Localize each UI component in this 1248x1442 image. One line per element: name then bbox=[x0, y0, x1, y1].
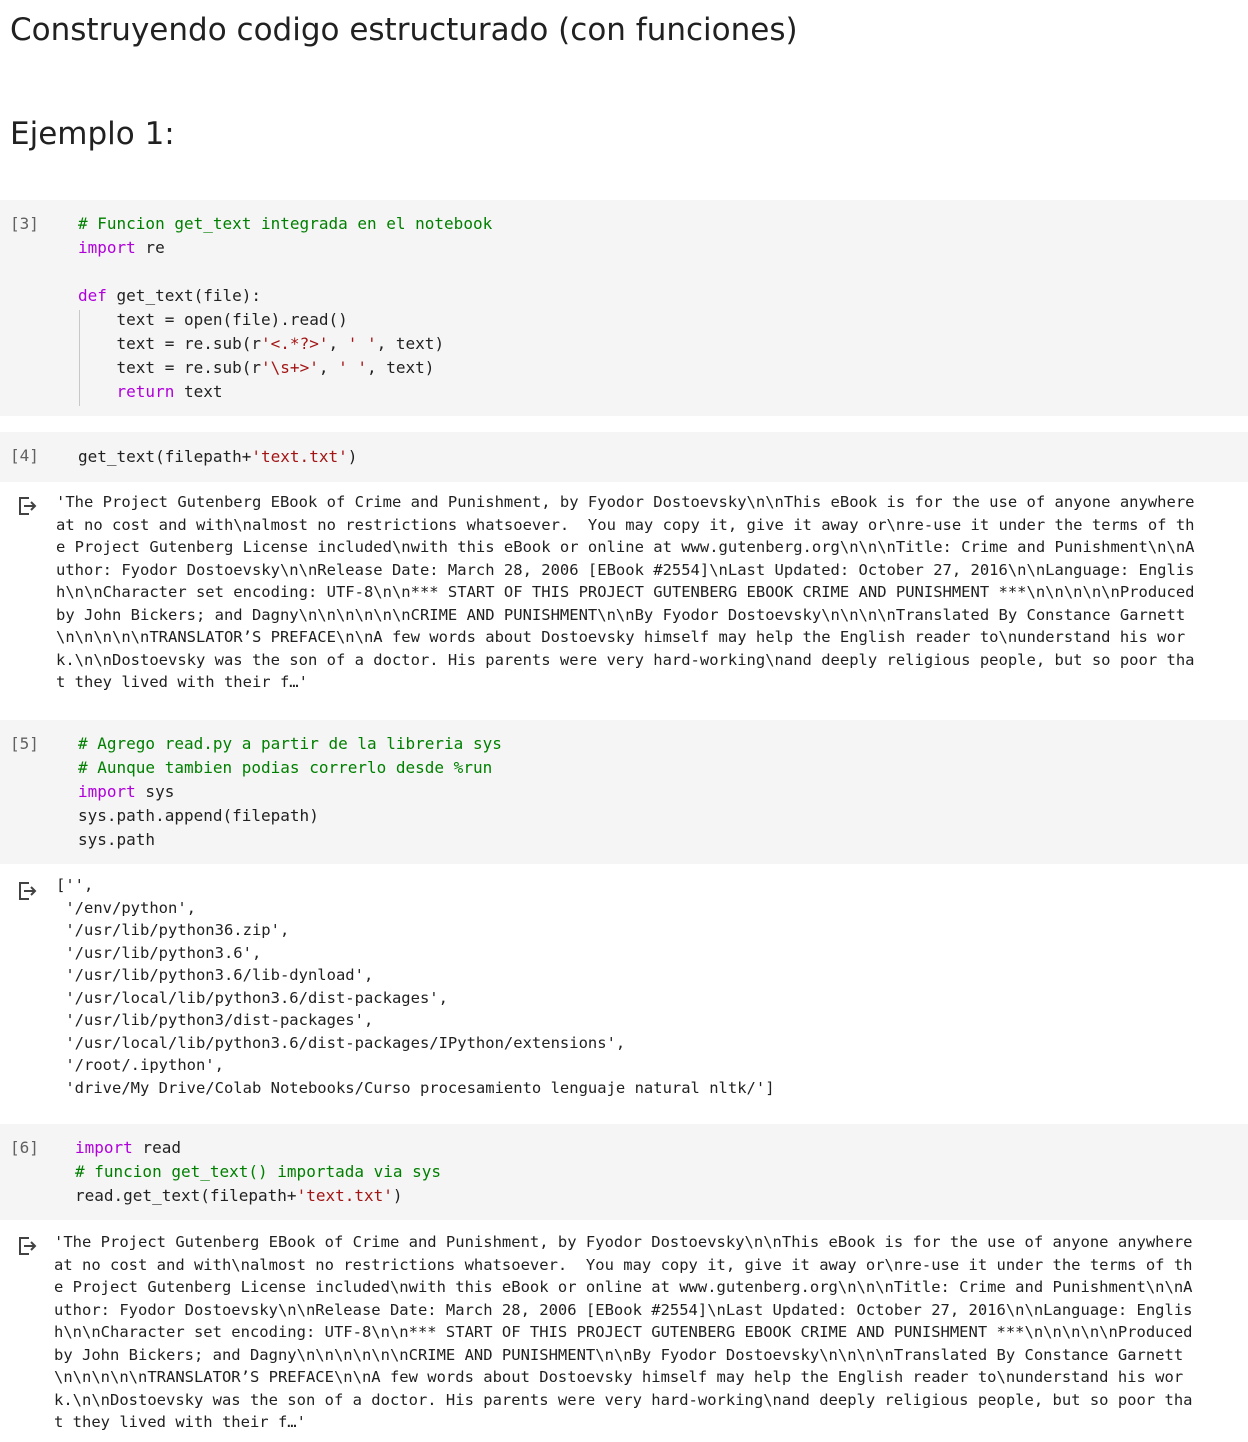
output-line: '/root/.ipython', bbox=[56, 1056, 224, 1074]
output-line: k.\n\nDostoevsky was the son of a doctor… bbox=[56, 650, 1195, 669]
code-token: import bbox=[78, 782, 136, 801]
output-line: '/usr/local/lib/python3.6/dist-packages/… bbox=[56, 1033, 626, 1052]
output-arrow-icon[interactable] bbox=[15, 1234, 39, 1258]
code-line: # Agrego read.py a partir de la libreria… bbox=[78, 732, 502, 756]
output-line: t they lived with their f…' bbox=[54, 1413, 306, 1431]
code-token: ' ' bbox=[347, 334, 377, 353]
code-token: # Aunque tambien podias correrlo desde %… bbox=[78, 758, 493, 777]
output-line: at no cost and with\nalmost no restricti… bbox=[54, 1255, 1193, 1274]
output-arrow-icon[interactable] bbox=[15, 494, 39, 518]
code-token: text = open(file).read() bbox=[78, 310, 348, 329]
code-line: sys.path.append(filepath) bbox=[78, 804, 502, 828]
code-line: # Funcion get_text integrada en el noteb… bbox=[78, 212, 492, 236]
code-line: import read bbox=[75, 1136, 441, 1160]
code-token: text = re.sub(r bbox=[78, 358, 262, 377]
cell-output: 'The Project Gutenberg EBook of Crime an… bbox=[56, 491, 1194, 694]
output-line: \n\n\n\n\nTRANSLATOR’S PREFACE\n\nA few … bbox=[54, 1368, 1184, 1386]
code-token: return bbox=[116, 382, 175, 401]
execution-count: [3] bbox=[10, 214, 39, 233]
code-token: ' ' bbox=[338, 358, 367, 377]
code-token: text = re.sub(r bbox=[78, 334, 262, 353]
code-token: # funcion get_text() importada via sys bbox=[75, 1162, 442, 1181]
output-line: '/usr/lib/python3.6', bbox=[56, 943, 262, 962]
output-line: at no cost and with\nalmost no restricti… bbox=[56, 515, 1195, 534]
code-line: text = re.sub(r'<.*?>', ' ', text) bbox=[78, 332, 492, 356]
code-token: , bbox=[318, 358, 339, 377]
output-line: h\n\nCharacter set encoding: UTF-8\n\n**… bbox=[56, 583, 1195, 601]
output-line: by John Bickers; and Dagny\n\n\n\n\n\nCR… bbox=[54, 1345, 1184, 1364]
output-arrow-icon[interactable] bbox=[15, 879, 39, 903]
code-token: # Funcion get_text integrada en el noteb… bbox=[78, 214, 493, 233]
code-line: import sys bbox=[78, 780, 502, 804]
code-line: # Aunque tambien podias correrlo desde %… bbox=[78, 756, 502, 780]
output-line: e Project Gutenberg License included\nwi… bbox=[56, 538, 1195, 556]
execution-count: [5] bbox=[10, 734, 39, 753]
output-line: uthor: Fyodor Dostoevsky\n\nRelease Date… bbox=[54, 1300, 1193, 1319]
output-line: \n\n\n\n\nTRANSLATOR’S PREFACE\n\nA few … bbox=[56, 628, 1186, 646]
cell-output: 'The Project Gutenberg EBook of Crime an… bbox=[54, 1231, 1192, 1434]
code-editor[interactable]: # Agrego read.py a partir de la libreria… bbox=[78, 732, 502, 852]
output-line: e Project Gutenberg License included\nwi… bbox=[54, 1278, 1193, 1296]
code-token: import bbox=[75, 1138, 133, 1157]
notebook-heading: Construyendo codigo estructurado (con fu… bbox=[10, 12, 798, 48]
code-editor[interactable]: # Funcion get_text integrada en el noteb… bbox=[78, 212, 492, 404]
output-line: 'The Project Gutenberg EBook of Crime an… bbox=[54, 1233, 1193, 1251]
execution-count: [6] bbox=[10, 1138, 39, 1157]
code-token: get_text(file): bbox=[106, 286, 262, 305]
output-line: '/usr/local/lib/python3.6/dist-packages'… bbox=[56, 988, 448, 1007]
output-line: 'The Project Gutenberg EBook of Crime an… bbox=[56, 493, 1195, 511]
cell-output: ['', '/env/python', '/usr/lib/python36.z… bbox=[56, 874, 775, 1099]
code-token: ) bbox=[392, 1186, 403, 1205]
code-token: # Agrego read.py a partir de la libreria… bbox=[78, 734, 502, 753]
code-token: , text) bbox=[376, 334, 445, 353]
output-line: uthor: Fyodor Dostoevsky\n\nRelease Date… bbox=[56, 560, 1195, 579]
code-token: '<.*?>' bbox=[261, 334, 329, 353]
code-line: import re bbox=[78, 236, 492, 260]
code-token: sys bbox=[135, 782, 175, 801]
output-line: ['', bbox=[56, 876, 94, 894]
code-token: text bbox=[174, 382, 223, 401]
output-line: k.\n\nDostoevsky was the son of a doctor… bbox=[54, 1390, 1193, 1409]
execution-count: [4] bbox=[10, 446, 39, 465]
code-token: get_text(filepath+ bbox=[78, 447, 252, 466]
code-line: def get_text(file): bbox=[78, 284, 492, 308]
output-line: '/usr/lib/python3.6/lib-dynload', bbox=[56, 966, 374, 984]
code-token: re bbox=[135, 238, 165, 257]
code-token: , text) bbox=[367, 358, 435, 377]
example-heading: Ejemplo 1: bbox=[10, 116, 175, 152]
output-line: '/usr/lib/python36.zip', bbox=[56, 921, 290, 939]
code-token: 'text.txt' bbox=[251, 447, 348, 466]
code-line: text = open(file).read() bbox=[78, 308, 492, 332]
output-line: h\n\nCharacter set encoding: UTF-8\n\n**… bbox=[54, 1323, 1193, 1341]
code-line: read.get_text(filepath+'text.txt') bbox=[75, 1184, 441, 1208]
code-line: return text bbox=[78, 380, 492, 404]
code-token: 'text.txt' bbox=[296, 1186, 393, 1205]
output-line: 'drive/My Drive/Colab Notebooks/Curso pr… bbox=[56, 1078, 775, 1097]
code-token: sys.path bbox=[78, 830, 156, 849]
code-token: read.get_text(filepath+ bbox=[75, 1186, 297, 1205]
code-token: import bbox=[78, 238, 136, 257]
code-token: sys.path.append(filepath) bbox=[78, 806, 319, 825]
code-line: text = re.sub(r'\s+>', ' ', text) bbox=[78, 356, 492, 380]
output-line: '/env/python', bbox=[56, 898, 196, 917]
output-line: '/usr/lib/python3/dist-packages', bbox=[56, 1011, 374, 1029]
code-token: read bbox=[132, 1138, 181, 1157]
code-token: def bbox=[78, 286, 107, 305]
code-line: # funcion get_text() importada via sys bbox=[75, 1160, 441, 1184]
code-token: '\s+>' bbox=[261, 358, 319, 377]
code-line: sys.path bbox=[78, 828, 502, 852]
output-line: by John Bickers; and Dagny\n\n\n\n\n\nCR… bbox=[56, 605, 1186, 624]
code-editor[interactable]: get_text(filepath+'text.txt') bbox=[78, 445, 357, 469]
code-line: get_text(filepath+'text.txt') bbox=[78, 445, 357, 469]
code-editor[interactable]: import read # funcion get_text() importad… bbox=[75, 1136, 441, 1208]
output-line: t they lived with their f…' bbox=[56, 673, 308, 691]
code-token: , bbox=[328, 334, 348, 353]
code-token: ) bbox=[347, 447, 358, 466]
